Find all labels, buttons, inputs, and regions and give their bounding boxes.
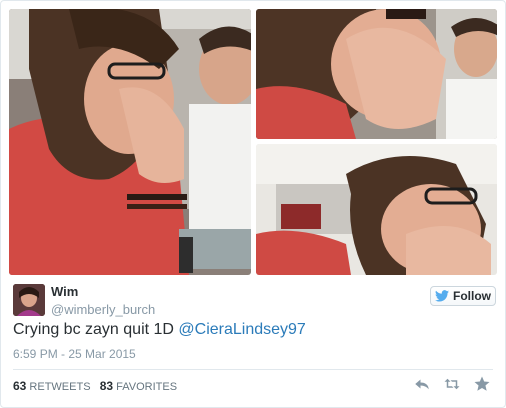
star-icon[interactable]: [473, 375, 491, 393]
retweets-count: 63: [13, 379, 27, 393]
favorites-stat[interactable]: 83 FAVORITES: [99, 379, 178, 393]
timestamp[interactable]: 6:59 PM - 25 Mar 2015: [13, 347, 136, 361]
favorites-label: FAVORITES: [116, 381, 178, 393]
follow-button[interactable]: Follow: [430, 286, 496, 306]
reply-icon[interactable]: [413, 375, 431, 393]
photo-top-right[interactable]: [256, 9, 497, 139]
divider: [13, 369, 493, 370]
tweet-text: Crying bc zayn quit 1D @CieraLindsey97: [13, 321, 306, 339]
tweet-actions: [413, 375, 491, 393]
photo-main[interactable]: [9, 9, 251, 275]
retweets-label: RETWEETS: [29, 381, 91, 393]
user-name[interactable]: Wim: [51, 284, 78, 299]
mention-link[interactable]: @CieraLindsey97: [178, 321, 305, 338]
user-handle[interactable]: @wimberly_burch: [51, 302, 155, 317]
avatar[interactable]: [13, 284, 45, 316]
tweet-card: Wim @wimberly_burch Follow Crying bc zay…: [0, 0, 506, 408]
favorites-count: 83: [99, 379, 114, 393]
photo-grid: [9, 9, 497, 275]
retweet-icon[interactable]: [443, 375, 461, 393]
twitter-bird-icon: [435, 290, 449, 302]
retweets-stat[interactable]: 63 RETWEETS: [13, 379, 91, 393]
tweet-body: Crying bc zayn quit 1D: [13, 321, 179, 338]
photo-bottom-right[interactable]: [256, 144, 497, 275]
tweet-stats: 63 RETWEETS 83 FAVORITES: [13, 379, 177, 393]
follow-label: Follow: [453, 289, 491, 303]
